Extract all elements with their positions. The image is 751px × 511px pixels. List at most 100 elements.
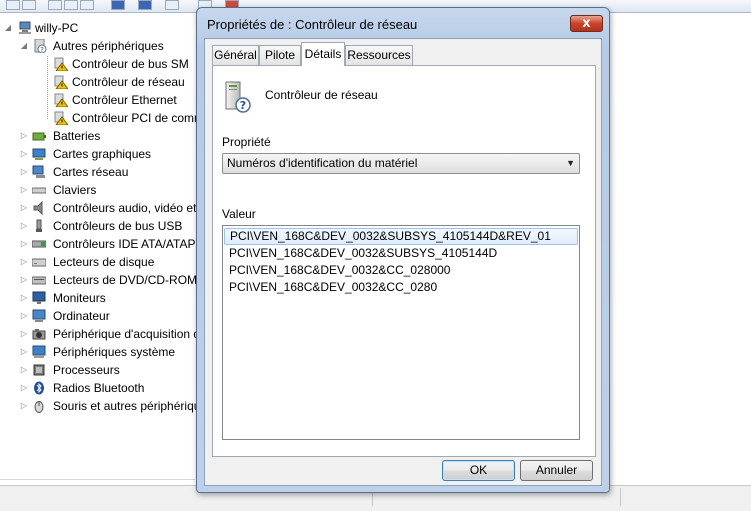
- forward-button[interactable]: [22, 0, 36, 10]
- network-adapter-icon: [32, 165, 45, 178]
- property-dropdown[interactable]: Numéros d'identification du matériel ▼: [222, 153, 580, 174]
- usb-icon: [36, 219, 42, 232]
- tree-category-row[interactable]: ▷ Souris et autres périphériqu: [20, 397, 196, 415]
- mouse-icon: [34, 401, 44, 413]
- expand-arrow-icon[interactable]: ▷: [20, 379, 28, 397]
- list-item[interactable]: PCI\VEN_168C&DEV_0032&CC_0280: [224, 279, 578, 296]
- tree-category-row[interactable]: ▷ Cartes réseau: [20, 163, 196, 181]
- expand-arrow-icon[interactable]: ▷: [20, 163, 28, 181]
- tree-item-network-controller[interactable]: Contrôleur de réseau: [40, 73, 200, 91]
- tree-item-label: Contrôleur de bus SM: [72, 57, 189, 71]
- help-button[interactable]: [138, 0, 152, 10]
- ok-button[interactable]: OK: [442, 460, 515, 481]
- expand-arrow-icon[interactable]: ▷: [20, 199, 28, 217]
- tree-category-row[interactable]: ▷ Périphériques système: [20, 343, 196, 361]
- tree-item-ethernet-controller[interactable]: Contrôleur Ethernet: [40, 91, 200, 109]
- list-item[interactable]: PCI\VEN_168C&DEV_0032&SUBSYS_4105144D: [224, 245, 578, 262]
- cancel-button[interactable]: Annuler: [520, 460, 593, 481]
- expand-arrow-icon[interactable]: ▷: [20, 397, 28, 415]
- warning-device-icon: [54, 75, 68, 89]
- tree-item-label: Contrôleur PCI de comm: [72, 111, 196, 125]
- tab-resources[interactable]: Ressources: [345, 45, 413, 65]
- tree-category-label: Souris et autres périphériqu: [53, 399, 196, 413]
- tree-category-label: Autres périphériques: [53, 39, 164, 53]
- computer-icon: [19, 21, 31, 34]
- monitor-icon: [32, 291, 46, 304]
- list-item[interactable]: PCI\VEN_168C&DEV_0032&SUBSYS_4105144D&RE…: [224, 228, 578, 245]
- expand-arrow-icon[interactable]: ▷: [20, 127, 28, 145]
- scan-hardware-button[interactable]: [165, 0, 179, 10]
- tree-connector: [47, 56, 49, 119]
- value-label: Valeur: [222, 207, 256, 221]
- expand-arrow-icon[interactable]: ▷: [20, 217, 28, 235]
- tree-category-row[interactable]: ▷ Cartes graphiques: [20, 145, 196, 163]
- value-listbox[interactable]: PCI\VEN_168C&DEV_0032&SUBSYS_4105144D&RE…: [222, 225, 580, 440]
- tree-category-label: Périphérique d'acquisition d: [53, 327, 196, 341]
- tree-category-row[interactable]: ▷ Contrôleurs de bus USB: [20, 217, 196, 235]
- tree-category-row[interactable]: ▷ Périphérique d'acquisition d: [20, 325, 196, 343]
- keyboard-icon: [32, 187, 46, 194]
- tree-category-row[interactable]: ▷ Processeurs: [20, 361, 196, 379]
- toolbar-button[interactable]: [80, 0, 94, 10]
- tree-category-other-devices[interactable]: ◢ ? Autres périphériques: [20, 37, 195, 55]
- ide-controller-icon: [32, 240, 46, 248]
- tree-root[interactable]: ◢ willy-PC: [4, 19, 194, 37]
- tree-category-row[interactable]: ▷ Claviers: [20, 181, 196, 199]
- tree-category-label: Contrôleurs de bus USB: [53, 219, 183, 233]
- tree-category-row[interactable]: ▷ Contrôleurs IDE ATA/ATAP: [20, 235, 196, 253]
- warning-device-icon: [54, 111, 68, 125]
- expand-arrow-icon[interactable]: ▷: [20, 361, 28, 379]
- unknown-device-icon: ?: [34, 39, 47, 53]
- expand-arrow-icon[interactable]: ▷: [20, 307, 28, 325]
- tree-item-pci-controller[interactable]: Contrôleur PCI de comm: [40, 109, 196, 127]
- tree-category-row[interactable]: ▷ Batteries: [20, 127, 196, 145]
- tab-details[interactable]: Détails: [301, 42, 345, 66]
- details-tab-page: ? Contrôleur de réseau Propriété Numéros…: [212, 65, 596, 457]
- close-button[interactable]: x: [570, 15, 603, 32]
- dialog-client-area: Général Pilote Détails Ressources ? Cont…: [204, 38, 602, 486]
- collapse-arrow-icon[interactable]: ◢: [4, 19, 12, 37]
- tree-category-row[interactable]: ▷ Ordinateur: [20, 307, 196, 325]
- imaging-device-icon: [32, 329, 46, 340]
- tree-category-row[interactable]: ▷ Radios Bluetooth: [20, 379, 196, 397]
- tree-category-label: Ordinateur: [53, 309, 110, 323]
- disk-drive-icon: [32, 258, 46, 267]
- tree-category-row[interactable]: ▷ Contrôleurs audio, vidéo et: [20, 199, 196, 217]
- expand-arrow-icon[interactable]: ▷: [20, 325, 28, 343]
- speaker-icon: [33, 201, 43, 215]
- collapse-arrow-icon[interactable]: ◢: [20, 37, 28, 55]
- tree-root-label: willy-PC: [35, 21, 79, 35]
- tree-category-label: Processeurs: [53, 363, 120, 377]
- show-hide-button[interactable]: [64, 0, 78, 10]
- bluetooth-icon: [34, 381, 44, 395]
- expand-arrow-icon[interactable]: ▷: [20, 289, 28, 307]
- expand-arrow-icon[interactable]: ▷: [20, 253, 28, 271]
- expand-arrow-icon[interactable]: ▷: [20, 235, 28, 253]
- tree-category-label: Périphériques système: [53, 345, 176, 359]
- tab-general[interactable]: Général: [212, 45, 259, 65]
- system-device-icon: [32, 345, 46, 358]
- expand-arrow-icon[interactable]: ▷: [20, 343, 28, 361]
- tree-bottom-divider: [0, 479, 195, 480]
- back-button[interactable]: [6, 0, 20, 10]
- tree-category-label: Lecteurs de disque: [53, 255, 155, 269]
- network-controller-icon: ?: [225, 81, 251, 113]
- svg-text:?: ?: [40, 46, 44, 53]
- tree-category-label: Contrôleurs IDE ATA/ATAP: [53, 237, 196, 251]
- tab-driver[interactable]: Pilote: [259, 45, 301, 65]
- tree-category-row[interactable]: ▷ Lecteurs de DVD/CD-ROM: [20, 271, 196, 289]
- tree-item-sm-bus-controller[interactable]: Contrôleur de bus SM: [40, 55, 200, 73]
- up-level-button[interactable]: [48, 0, 62, 10]
- list-item[interactable]: PCI\VEN_168C&DEV_0032&CC_028000: [224, 262, 578, 279]
- expand-arrow-icon[interactable]: ▷: [20, 145, 28, 163]
- warning-device-icon: [54, 57, 68, 71]
- tree-category-label: Cartes réseau: [53, 165, 129, 179]
- tree-category-row[interactable]: ▷ Lecteurs de disque: [20, 253, 196, 271]
- close-icon: x: [582, 16, 591, 31]
- expand-arrow-icon[interactable]: ▷: [20, 181, 28, 199]
- dvd-drive-icon: [32, 276, 46, 285]
- expand-arrow-icon[interactable]: ▷: [20, 271, 28, 289]
- status-divider: [620, 488, 621, 506]
- properties-button[interactable]: [111, 0, 125, 10]
- tree-category-row[interactable]: ▷ Moniteurs: [20, 289, 196, 307]
